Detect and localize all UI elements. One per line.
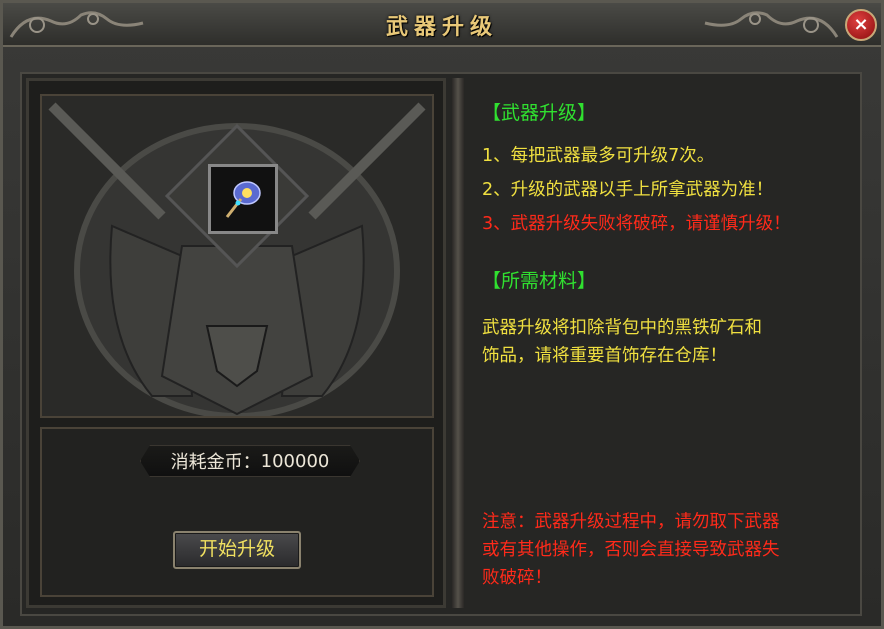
material-line-2: 饰品，请将重要首饰存在仓库！: [482, 346, 727, 366]
info-panel: 【武器升级】 1、每把武器最多可升级7次。 2、升级的武器以手上所拿武器为准！ …: [470, 80, 864, 608]
rule-2: 2、升级的武器以手上所拿武器为准！: [482, 180, 774, 200]
item-slot-frame: [192, 148, 296, 252]
cost-label: 消耗金币：: [170, 452, 261, 473]
rule-3: 3、武器升级失败将破碎，请谨慎升级！: [482, 214, 791, 234]
material-line-1: 武器升级将扣除背包中的黑铁矿石和: [482, 318, 762, 338]
warning-line-3: 败破碎！: [482, 568, 552, 588]
weapon-slot[interactable]: [208, 164, 278, 234]
upgrade-panel: 消耗金币： 100000 开始升级: [26, 78, 446, 608]
section-title-upgrade: 【武器升级】: [482, 102, 597, 124]
panel-divider: [452, 78, 464, 608]
cost-area: 消耗金币： 100000 开始升级: [40, 427, 434, 597]
right-dragon-ornament: [704, 11, 839, 38]
armor-artwork: [40, 94, 434, 418]
armor-emblem-icon: [48, 102, 426, 416]
staff-weapon-icon: [225, 181, 261, 218]
close-icon[interactable]: ×: [845, 9, 877, 41]
rule-1: 1、每把武器最多可升级7次。: [482, 146, 715, 166]
title-bar: 武器升级 ×: [3, 3, 881, 47]
cost-value: 100000: [260, 450, 330, 472]
warning-line-2: 或有其他操作，否则会直接导致武器失: [482, 540, 780, 560]
section-title-materials: 【所需材料】: [482, 270, 597, 292]
start-upgrade-button[interactable]: 开始升级: [173, 531, 301, 569]
gold-cost: 消耗金币： 100000: [140, 445, 360, 477]
warning-line-1: 注意：武器升级过程中，请勿取下武器: [482, 512, 780, 532]
